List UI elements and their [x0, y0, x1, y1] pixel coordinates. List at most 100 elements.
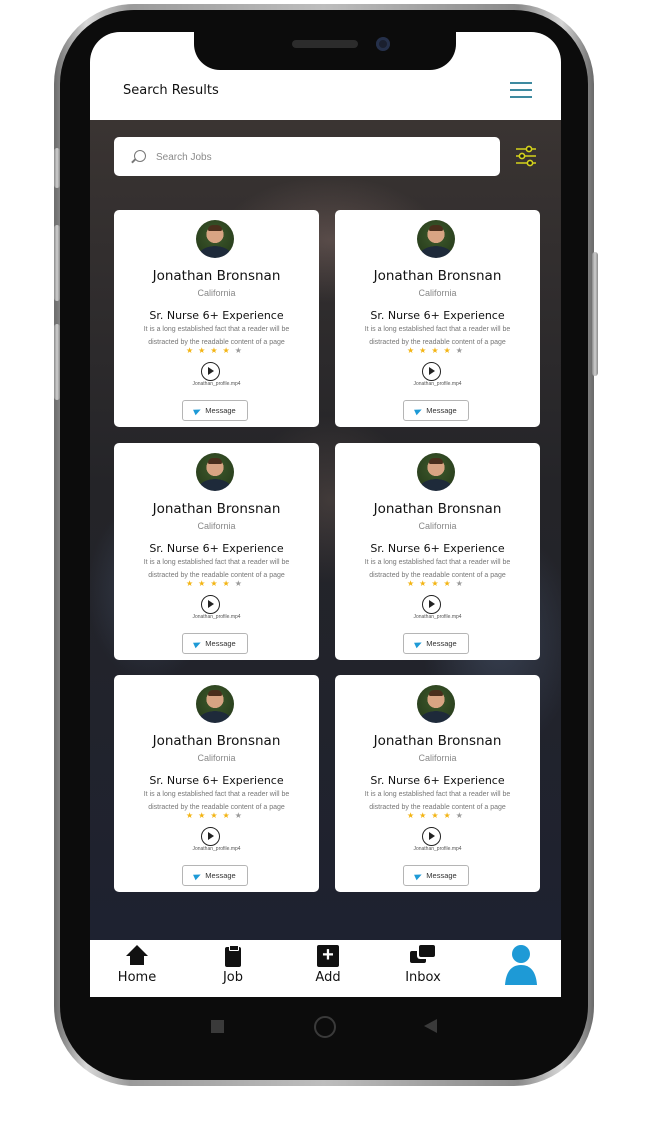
rating-stars: ★★★★★: [186, 346, 247, 355]
front-camera: [376, 37, 390, 51]
play-icon[interactable]: [201, 595, 220, 614]
avatar: [196, 685, 234, 723]
star-icon: ★: [210, 579, 223, 588]
star-icon: ★: [407, 346, 420, 355]
star-icon: ★: [222, 811, 235, 820]
star-icon: ★: [198, 579, 211, 588]
search-bar[interactable]: [114, 137, 500, 178]
message-label: Message: [205, 871, 236, 880]
message-button[interactable]: Message: [403, 400, 469, 421]
star-icon: ★: [222, 579, 235, 588]
home-icon: [126, 945, 148, 969]
back-triangle-icon[interactable]: [424, 1019, 437, 1033]
message-button[interactable]: Message: [182, 865, 248, 886]
candidate-name: Jonathan Bronsnan: [373, 501, 502, 517]
video-filename: Jonathan_profile.mp4: [192, 381, 241, 387]
message-label: Message: [426, 406, 457, 415]
send-icon: [193, 639, 203, 649]
video-filename: Jonathan_profile.mp4: [192, 846, 241, 852]
star-icon: ★: [455, 346, 468, 355]
candidate-location: California: [197, 288, 236, 298]
candidate-location: California: [197, 521, 236, 531]
star-icon: ★: [234, 579, 247, 588]
message-label: Message: [426, 871, 457, 880]
video-filename: Jonathan_profile.mp4: [413, 614, 462, 620]
phone-notch: [194, 26, 456, 70]
send-icon: [414, 639, 424, 649]
star-icon: ★: [455, 811, 468, 820]
profile-card[interactable]: Jonathan Bronsnan California Sr. Nurse 6+ …: [335, 210, 540, 427]
play-icon[interactable]: [422, 362, 441, 381]
rating-stars: ★★★★★: [186, 579, 247, 588]
profile-person-icon[interactable]: [504, 943, 538, 985]
star-icon: ★: [419, 579, 432, 588]
star-icon: ★: [443, 346, 456, 355]
search-input[interactable]: [154, 137, 488, 178]
star-icon: ★: [431, 811, 444, 820]
avatar: [417, 220, 455, 258]
avatar: [417, 685, 455, 723]
candidate-location: California: [418, 521, 457, 531]
filter-sliders-icon[interactable]: [514, 144, 538, 168]
nav-inbox[interactable]: Inbox: [388, 945, 458, 985]
play-icon[interactable]: [422, 827, 441, 846]
nav-add[interactable]: + Add: [293, 944, 363, 985]
star-icon: ★: [407, 579, 420, 588]
chat-bubbles-icon: [410, 945, 436, 969]
search-icon: [134, 150, 146, 162]
play-icon[interactable]: [201, 827, 220, 846]
avatar: [196, 220, 234, 258]
home-circle-icon[interactable]: [314, 1016, 336, 1038]
star-icon: ★: [186, 346, 199, 355]
profile-card[interactable]: Jonathan Bronsnan California Sr. Nurse 6+ …: [114, 210, 319, 427]
star-icon: ★: [419, 811, 432, 820]
candidate-location: California: [418, 288, 457, 298]
send-icon: [414, 406, 424, 416]
clipboard-icon: [225, 945, 241, 969]
profile-card[interactable]: Jonathan Bronsnan California Sr. Nurse 6+ …: [114, 443, 319, 660]
play-icon[interactable]: [422, 595, 441, 614]
hamburger-menu-icon[interactable]: [510, 82, 532, 100]
star-icon: ★: [186, 579, 199, 588]
earpiece-speaker: [292, 40, 358, 48]
candidate-location: California: [418, 753, 457, 763]
bottom-nav: Home Job + Add Inbox: [90, 940, 561, 997]
recent-apps-icon[interactable]: [211, 1020, 224, 1033]
video-filename: Jonathan_profile.mp4: [413, 846, 462, 852]
star-icon: ★: [234, 811, 247, 820]
candidate-title: Sr. Nurse 6+ Experience: [149, 542, 284, 555]
candidate-title: Sr. Nurse 6+ Experience: [149, 774, 284, 787]
candidate-title: Sr. Nurse 6+ Experience: [370, 774, 505, 787]
profile-card[interactable]: Jonathan Bronsnan California Sr. Nurse 6+ …: [335, 443, 540, 660]
star-icon: ★: [431, 346, 444, 355]
nav-home[interactable]: Home: [102, 945, 172, 985]
profile-card[interactable]: Jonathan Bronsnan California Sr. Nurse 6+ …: [335, 675, 540, 892]
star-icon: ★: [222, 346, 235, 355]
nav-job-label: Job: [222, 970, 244, 985]
candidate-name: Jonathan Bronsnan: [152, 733, 281, 749]
profile-card[interactable]: Jonathan Bronsnan California Sr. Nurse 6+ …: [114, 675, 319, 892]
send-icon: [193, 406, 203, 416]
message-button[interactable]: Message: [403, 865, 469, 886]
play-icon[interactable]: [201, 362, 220, 381]
video-filename: Jonathan_profile.mp4: [192, 614, 241, 620]
star-icon: ★: [443, 811, 456, 820]
message-button[interactable]: Message: [182, 633, 248, 654]
send-icon: [414, 871, 424, 881]
candidate-title: Sr. Nurse 6+ Experience: [370, 542, 505, 555]
rating-stars: ★★★★★: [186, 811, 247, 820]
star-icon: ★: [455, 579, 468, 588]
message-label: Message: [205, 406, 236, 415]
candidate-name: Jonathan Bronsnan: [152, 501, 281, 517]
rating-stars: ★★★★★: [407, 811, 468, 820]
avatar: [417, 453, 455, 491]
rating-stars: ★★★★★: [407, 346, 468, 355]
candidate-name: Jonathan Bronsnan: [373, 733, 502, 749]
nav-job[interactable]: Job: [198, 945, 268, 985]
message-button[interactable]: Message: [182, 400, 248, 421]
star-icon: ★: [198, 346, 211, 355]
message-button[interactable]: Message: [403, 633, 469, 654]
send-icon: [193, 871, 203, 881]
candidate-location: California: [197, 753, 236, 763]
star-icon: ★: [419, 346, 432, 355]
